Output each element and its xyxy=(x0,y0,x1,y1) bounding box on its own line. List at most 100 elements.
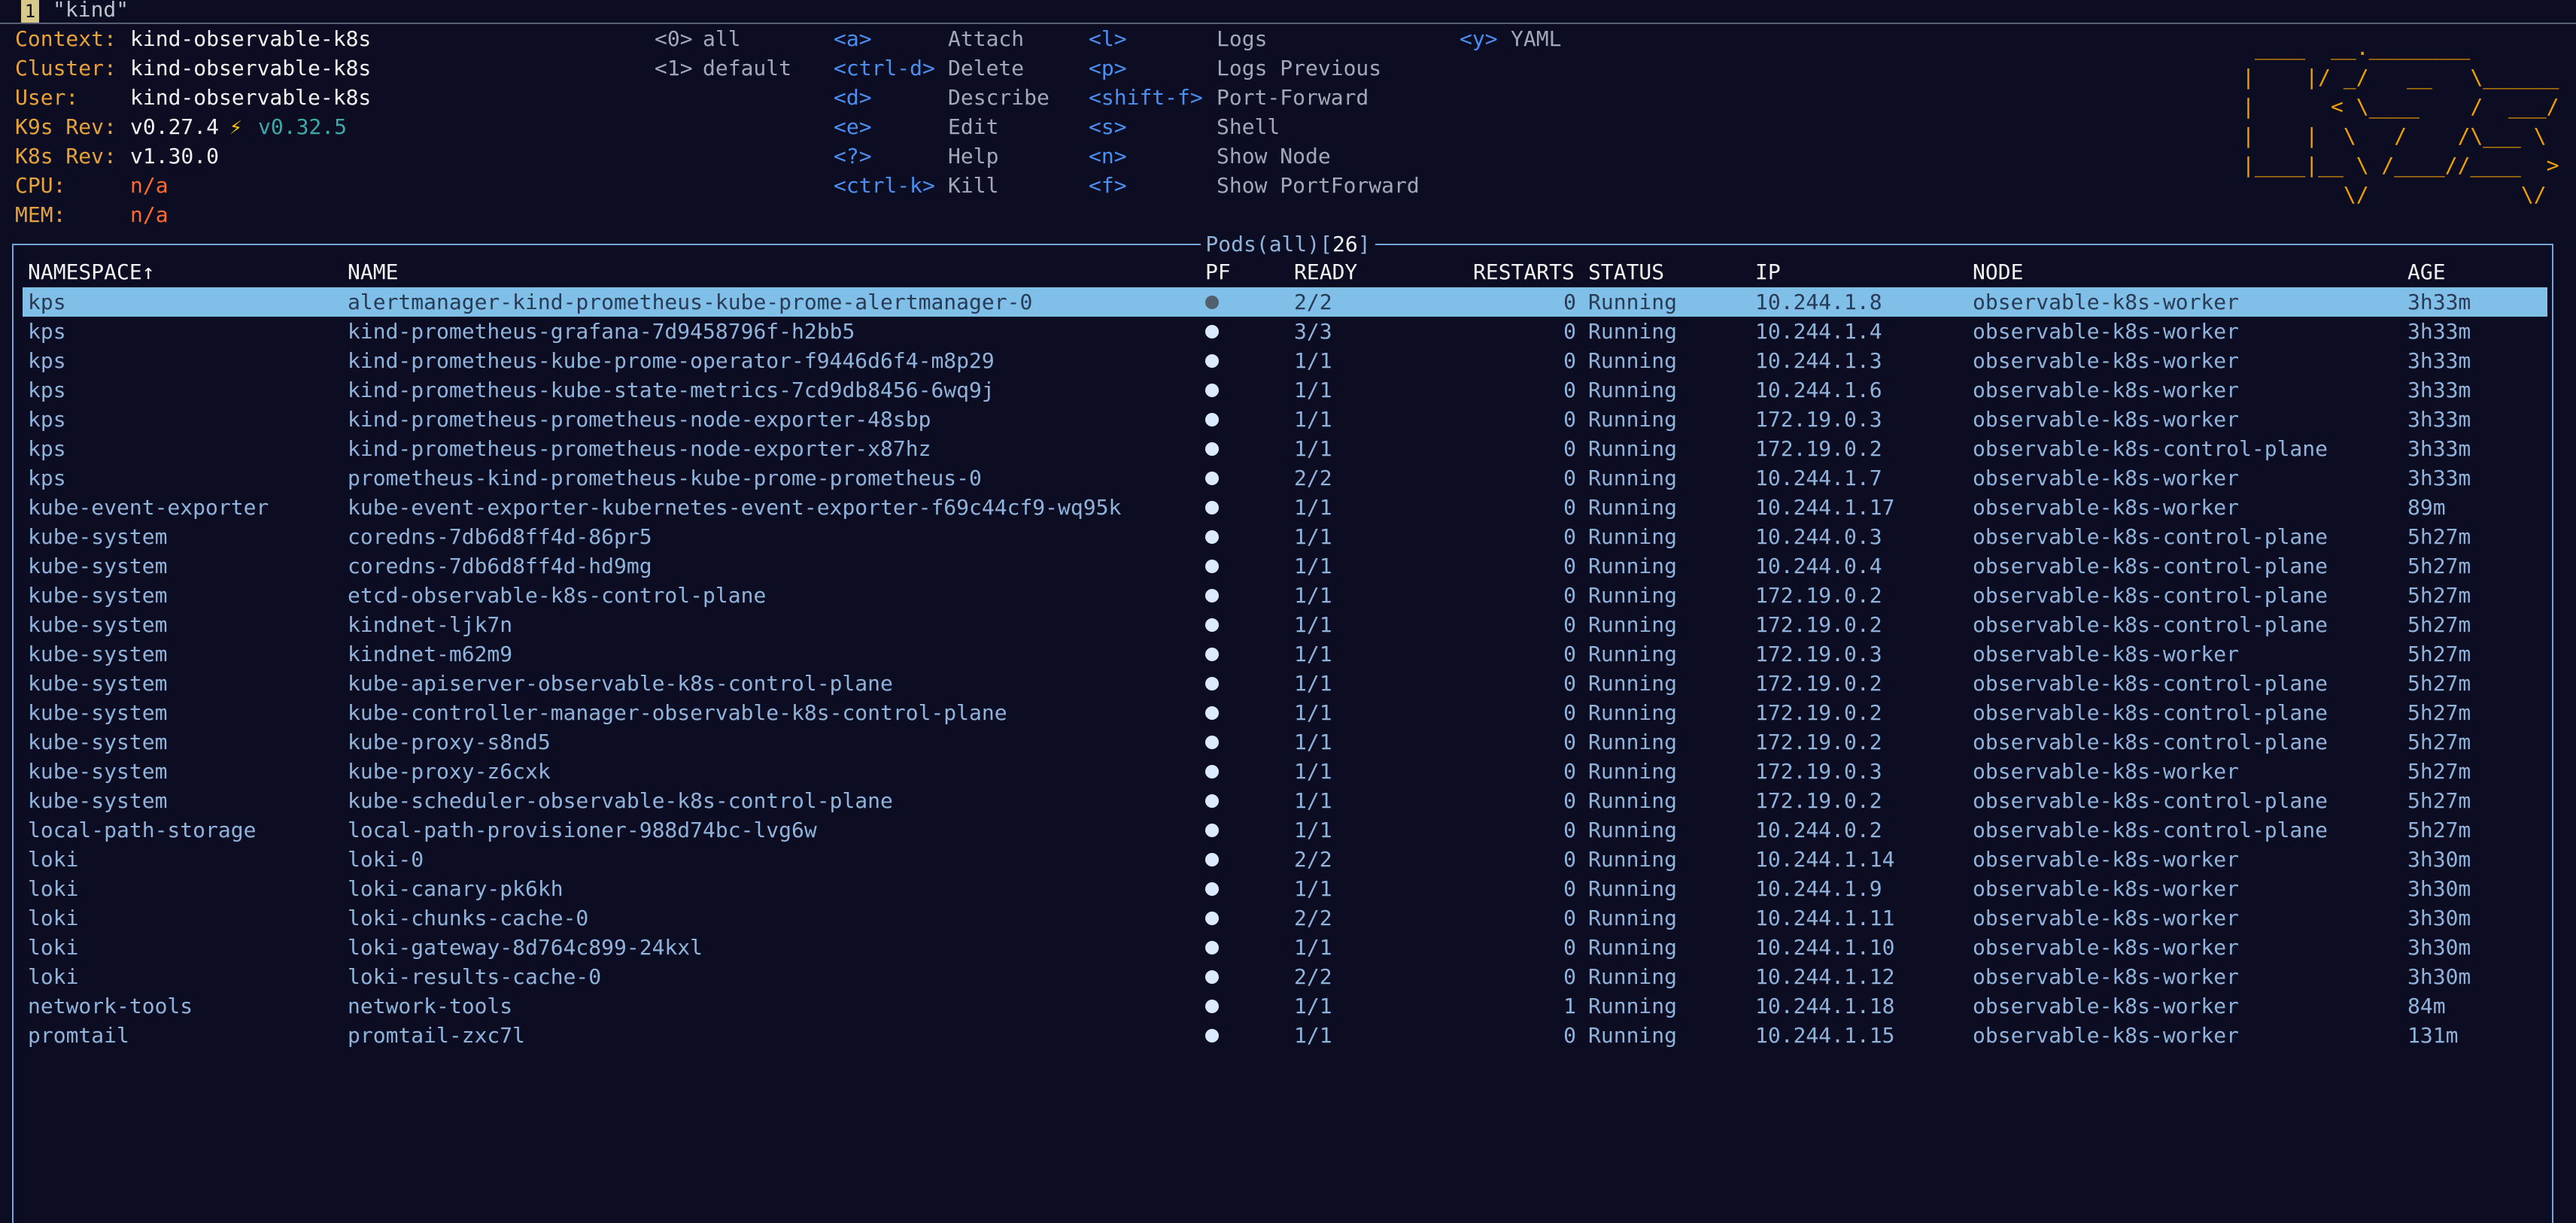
hotkey-action[interactable]: Delete xyxy=(948,53,1024,83)
cell-restarts: 0 xyxy=(1563,407,1576,432)
cell-ip: 10.244.1.14 xyxy=(1755,847,1895,872)
table-row[interactable]: loki loki-0 2/2 0 Running 10.244.1.14 observab… xyxy=(23,845,2547,874)
hotkey-key[interactable]: <p> xyxy=(1089,53,1127,83)
hotkey-key[interactable]: <n> xyxy=(1089,141,1127,171)
table-row[interactable]: loki loki-chunks-cache-0 2/2 0 Running 10.244… xyxy=(23,903,2547,933)
hotkey-key[interactable]: <shift-f> xyxy=(1089,83,1203,112)
hotkey-key[interactable]: <d> xyxy=(834,83,872,112)
hotkey-action[interactable]: YAML xyxy=(1511,24,1561,53)
hotkey-key[interactable]: <l> xyxy=(1089,24,1127,53)
cell-node: observable-k8s-worker xyxy=(1973,935,2240,960)
hotkey-key[interactable]: <a> xyxy=(834,24,872,53)
cell-age: 5h27m xyxy=(2407,524,2471,549)
namespace-shortcut-name[interactable]: default xyxy=(703,53,791,83)
hotkey-key[interactable]: <?> xyxy=(834,141,872,171)
namespace-shortcut-key[interactable]: <0> xyxy=(655,24,693,53)
hotkey-key[interactable]: <y> xyxy=(1460,24,1498,53)
table-row[interactable]: loki loki-results-cache-0 2/2 0 Running 10.24… xyxy=(23,962,2547,991)
hotkey-key[interactable]: <f> xyxy=(1089,171,1127,200)
table-row[interactable]: kps alertmanager-kind-prometheus-kube-pro… xyxy=(23,287,2547,317)
col-header-ready[interactable]: READY xyxy=(1294,257,1357,287)
cell-ready: 2/2 xyxy=(1294,906,1332,930)
table-row[interactable]: kps kind-prometheus-kube-state-metrics-7c… xyxy=(23,375,2547,405)
cell-name: alertmanager-kind-prometheus-kube-prome-… xyxy=(348,290,1033,314)
hotkey-action[interactable]: Logs xyxy=(1217,24,1267,53)
cell-age: 3h33m xyxy=(2407,436,2471,461)
table-row[interactable]: kube-system etcd-observable-k8s-control-p… xyxy=(23,581,2547,610)
cell-ready: 1/1 xyxy=(1294,524,1332,549)
cell-name: loki-gateway-8d764c899-24kxl xyxy=(348,935,703,960)
hotkey-action[interactable]: Attach xyxy=(948,24,1024,53)
col-header-ip[interactable]: IP xyxy=(1755,257,1781,287)
hotkey-action[interactable]: Logs Previous xyxy=(1217,53,1381,83)
table-row[interactable]: loki loki-canary-pk6kh 1/1 0 Running 10.244.1… xyxy=(23,874,2547,903)
table-row[interactable]: kps prometheus-kind-prometheus-kube-prome… xyxy=(23,463,2547,493)
cell-status: Running xyxy=(1588,290,1678,314)
table-row[interactable]: kube-system kube-apiserver-observable-k8s… xyxy=(23,669,2547,698)
table-row[interactable]: kps kind-prometheus-grafana-7d9458796f-h2… xyxy=(23,317,2547,346)
hotkey-action[interactable]: Shell xyxy=(1217,112,1280,141)
col-header-namespace[interactable]: NAMESPACE↑ xyxy=(28,257,155,287)
hotkey-action[interactable]: Show Node xyxy=(1217,141,1331,171)
hotkey-key[interactable]: <s> xyxy=(1089,112,1127,141)
cell-restarts: 0 xyxy=(1563,906,1576,930)
table-row[interactable]: kps kind-prometheus-prometheus-node-expor… xyxy=(23,405,2547,434)
info-value: v1.30.0 xyxy=(130,144,220,168)
col-header-restarts[interactable]: RESTARTS xyxy=(1473,257,1575,287)
table-row[interactable]: kube-system coredns-7db6d8ff4d-hd9mg 1/1 0 R… xyxy=(23,551,2547,581)
cell-ip: 172.19.0.2 xyxy=(1755,671,1882,696)
cell-namespace: kube-system xyxy=(28,671,168,696)
cell-pf xyxy=(1205,727,1219,757)
cell-ip: 10.244.1.15 xyxy=(1755,1023,1895,1048)
table-row[interactable]: kube-system kindnet-m62m9 1/1 0 Running 172.1… xyxy=(23,639,2547,669)
col-header-status[interactable]: STATUS xyxy=(1588,257,1664,287)
table-row[interactable]: local-path-storage local-path-provisioner… xyxy=(23,815,2547,845)
cell-restarts: 0 xyxy=(1563,436,1576,461)
table-row[interactable]: kube-system kube-scheduler-observable-k8s… xyxy=(23,786,2547,815)
cell-ready: 1/1 xyxy=(1294,554,1332,578)
table-row[interactable]: kube-event-exporter kube-event-exporter-k… xyxy=(23,493,2547,522)
table-row[interactable]: kube-system coredns-7db6d8ff4d-86pr5 1/1 0 R… xyxy=(23,522,2547,551)
cell-namespace: kps xyxy=(28,466,66,490)
hotkey-action[interactable]: Help xyxy=(948,141,998,171)
hotkey-action[interactable]: Describe xyxy=(948,83,1050,112)
table-row[interactable]: kube-system kube-controller-manager-obser… xyxy=(23,698,2547,727)
table-row[interactable]: promtail promtail-zxc7l 1/1 0 Running 10.244.… xyxy=(23,1021,2547,1050)
cell-status: Running xyxy=(1588,788,1678,813)
resource-scope: (all) xyxy=(1256,232,1320,256)
hotkey-key[interactable]: <e> xyxy=(834,112,872,141)
table-row[interactable]: kps kind-prometheus-kube-prome-operator-f… xyxy=(23,346,2547,375)
cell-namespace: network-tools xyxy=(28,994,193,1018)
cell-name: loki-results-cache-0 xyxy=(348,964,602,989)
table-row[interactable]: kube-system kube-proxy-s8nd5 1/1 0 Running 17… xyxy=(23,727,2547,757)
cell-namespace: kube-event-exporter xyxy=(28,495,269,520)
port-forward-dot-icon xyxy=(1205,442,1219,456)
hotkey-key[interactable]: <ctrl-d> xyxy=(834,53,935,83)
port-forward-dot-icon xyxy=(1205,325,1219,338)
hotkey-action[interactable]: Kill xyxy=(948,171,998,200)
hotkey-action[interactable]: Edit xyxy=(948,112,998,141)
col-header-pf[interactable]: PF xyxy=(1205,257,1231,287)
hotkey-action[interactable]: Show PortForward xyxy=(1217,171,1420,200)
col-header-name[interactable]: NAME xyxy=(348,257,398,287)
hotkey-key[interactable]: <ctrl-k> xyxy=(834,171,935,200)
cell-ip: 172.19.0.2 xyxy=(1755,583,1882,608)
cell-pf xyxy=(1205,522,1219,551)
cell-status: Running xyxy=(1588,730,1678,754)
table-row[interactable]: kps kind-prometheus-prometheus-node-expor… xyxy=(23,434,2547,463)
col-header-node[interactable]: NODE xyxy=(1973,257,2023,287)
logo-line: ____ __.________ xyxy=(2242,35,2572,60)
namespace-shortcut-name[interactable]: all xyxy=(703,24,741,53)
cell-pf xyxy=(1205,610,1219,639)
tab-number[interactable]: 1 xyxy=(21,0,39,23)
table-row[interactable]: kube-system kube-proxy-z6cxk 1/1 0 Running 17… xyxy=(23,757,2547,786)
cell-pf xyxy=(1205,962,1219,991)
hotkey-action[interactable]: Port-Forward xyxy=(1217,83,1368,112)
namespace-shortcut-key[interactable]: <1> xyxy=(655,53,693,83)
table-row[interactable]: loki loki-gateway-8d764c899-24kxl 1/1 0 Runn… xyxy=(23,933,2547,962)
port-forward-dot-icon xyxy=(1205,413,1219,426)
tab-title[interactable]: "kind" xyxy=(53,0,129,23)
table-row[interactable]: kube-system kindnet-ljk7n 1/1 0 Running 172.1… xyxy=(23,610,2547,639)
col-header-age[interactable]: AGE xyxy=(2407,257,2446,287)
table-row[interactable]: network-tools network-tools 1/1 1 Running 10.… xyxy=(23,991,2547,1021)
